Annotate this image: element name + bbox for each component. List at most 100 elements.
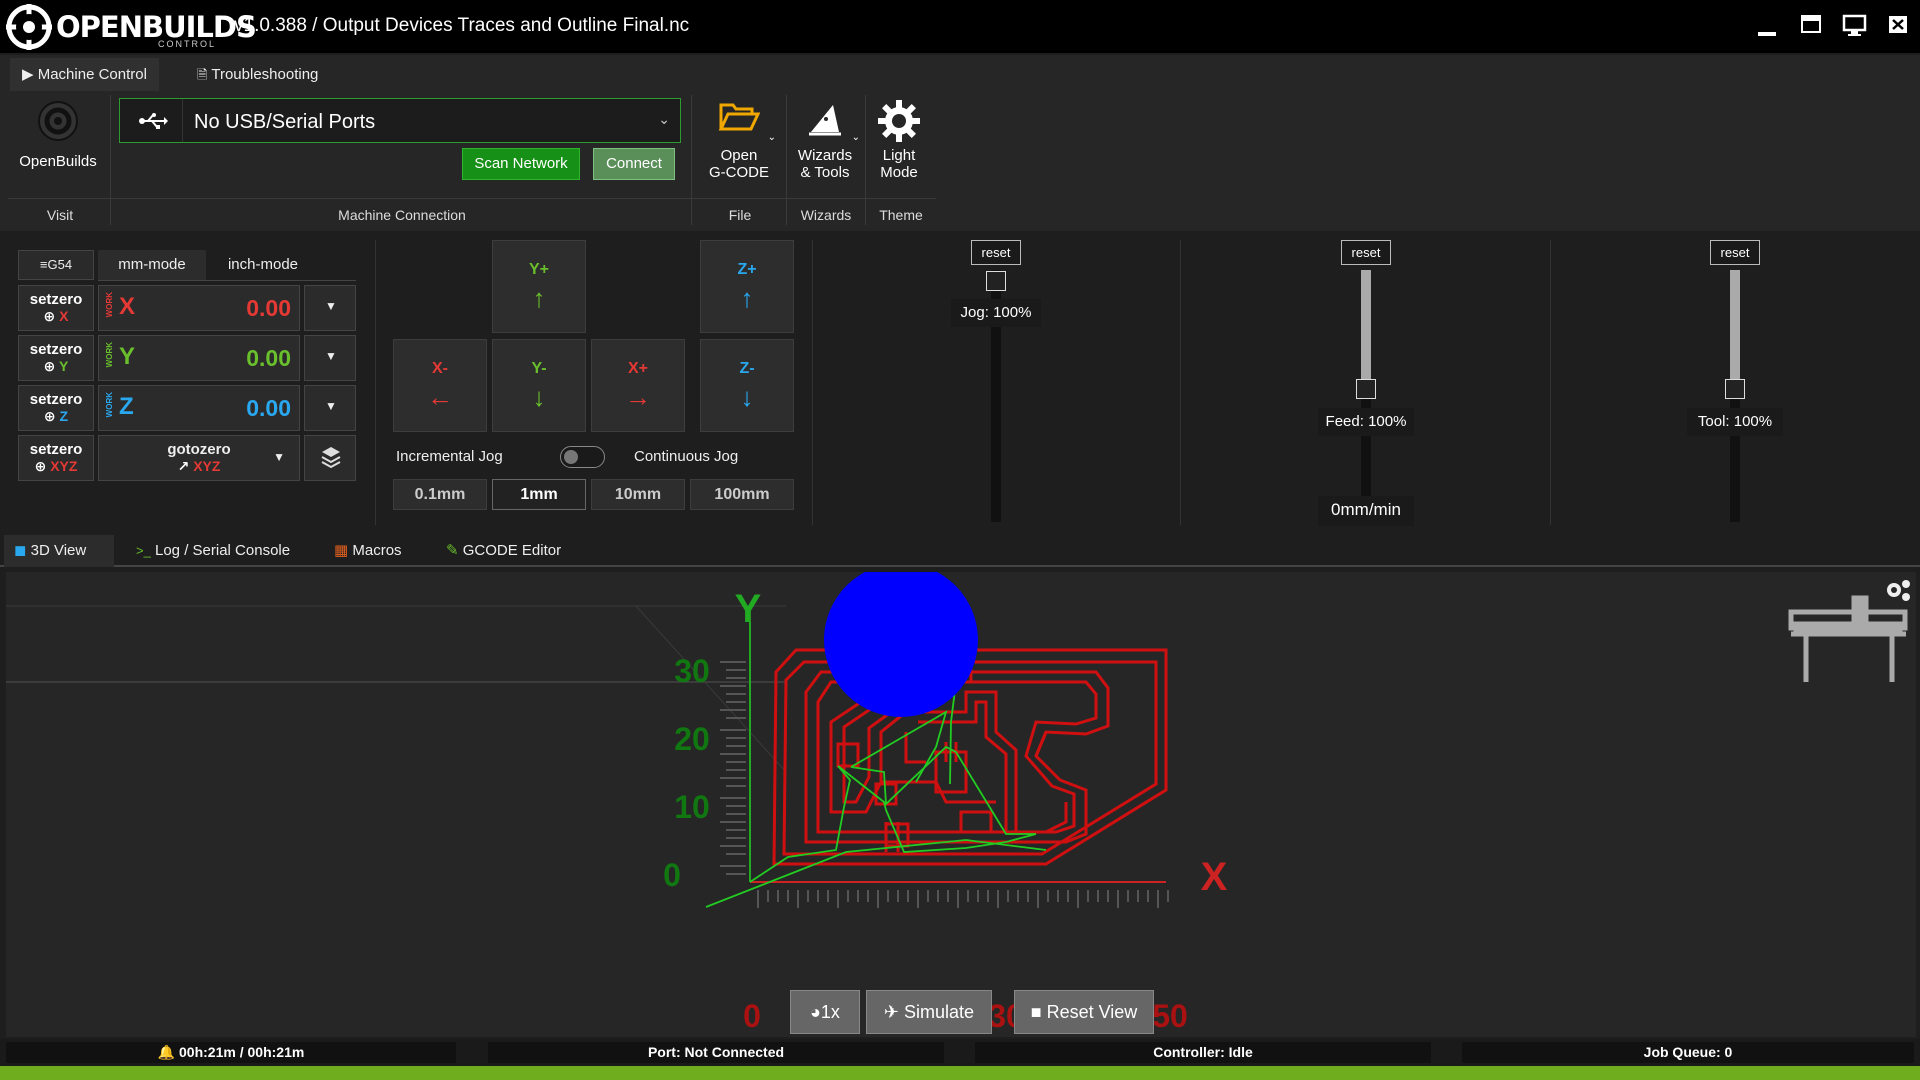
openbuilds-label: OpenBuilds	[19, 153, 97, 170]
tab-3d-view[interactable]: ◼ 3D View	[4, 535, 114, 567]
dro-value-y: 0.00	[246, 345, 291, 371]
axis-letter: Z	[59, 408, 69, 424]
status-job-queue: Job Queue: 0	[1462, 1042, 1914, 1063]
feed-slider-knob[interactable]	[1356, 379, 1376, 399]
y-tick-label: 30	[674, 653, 710, 689]
caret-down-icon: ▼	[273, 450, 285, 464]
machine-preview-icon[interactable]	[1788, 595, 1908, 682]
setzero-x-button[interactable]: setzero ⊕ X	[18, 285, 94, 331]
open-gcode-button[interactable]: ⌄ Open G-CODE	[700, 99, 778, 181]
caret-down-icon: ▼	[325, 349, 337, 363]
dro-x: WORK X 0.00	[98, 285, 300, 331]
step-10mm-button[interactable]: 10mm	[591, 479, 685, 510]
dro-x-dropdown[interactable]: ▼	[304, 285, 356, 331]
jog-z-minus-button[interactable]: Z- ↓	[700, 339, 794, 432]
jog-y-plus-button[interactable]: Y+ ↑	[492, 240, 586, 333]
jog-mode-toggle[interactable]	[560, 446, 605, 468]
work-label: WORK	[105, 292, 114, 318]
tab-macros[interactable]: ▦ Macros	[324, 535, 412, 567]
probe-menu-button[interactable]	[304, 435, 356, 481]
arrow-up-icon: ↑	[740, 283, 754, 313]
tab-troubleshooting[interactable]: 🗎 Troubleshooting	[185, 58, 330, 91]
window-title: v1.0.388 / Output Devices Traces and Out…	[234, 15, 690, 36]
feed-reset-button[interactable]: reset	[1341, 240, 1391, 265]
arrow-left-icon: ←	[427, 382, 453, 412]
speed-button[interactable]: ◕1x	[790, 990, 860, 1034]
jog-reset-button[interactable]: reset	[971, 240, 1021, 265]
fullscreen-icon[interactable]	[1842, 13, 1872, 41]
axis-y-label: Y	[735, 587, 762, 631]
square-icon: ■	[1030, 1002, 1042, 1022]
y-tick-label: 0	[663, 857, 681, 893]
tool-reset-button[interactable]: reset	[1710, 240, 1760, 265]
settings-gears-icon[interactable]	[1887, 580, 1910, 601]
connect-button[interactable]: Connect	[593, 148, 675, 180]
tool-slider-knob[interactable]	[1725, 379, 1745, 399]
jog-z-minus-label: Z-	[739, 360, 755, 377]
dro-y-dropdown[interactable]: ▼	[304, 335, 356, 381]
tab-gcode-editor[interactable]: ✎ GCODE Editor	[436, 535, 571, 567]
simulate-button[interactable]: ✈ Simulate	[866, 990, 992, 1034]
dro-z: WORK Z 0.00	[98, 385, 300, 431]
port-select[interactable]: No USB/Serial Ports ⌄	[119, 98, 681, 143]
restore-icon[interactable]	[1800, 13, 1830, 41]
theme-label-1: Light	[882, 147, 916, 164]
light-mode-button[interactable]: Light Mode	[868, 99, 930, 181]
tab-label: Troubleshooting	[211, 66, 319, 83]
ribbon-separator	[786, 95, 787, 225]
tab-machine-control[interactable]: ▶ Machine Control	[10, 58, 159, 91]
jog-x-plus-button[interactable]: X+ →	[591, 339, 685, 432]
3d-viewer[interactable]: Y X 30 20 10 0 0 30 50	[6, 572, 1916, 1037]
toggle-knob	[564, 450, 578, 464]
feed-override-label: Feed: 100%	[1318, 408, 1414, 436]
step-100mm-button[interactable]: 100mm	[690, 479, 794, 510]
ribbon-separator	[865, 95, 866, 225]
group-label-machine-connection: Machine Connection	[338, 207, 466, 223]
wizards-tools-button[interactable]: ⌄ Wizards & Tools	[790, 99, 860, 181]
setzero-label: setzero	[29, 391, 83, 408]
openbuilds-visit-button[interactable]: OpenBuilds	[12, 99, 104, 170]
wcs-g54-button[interactable]: ≡G54	[18, 250, 94, 280]
setzero-xyz-axis: ⊕ XYZ	[19, 458, 93, 475]
edit-icon: ✎	[446, 542, 459, 559]
openbuilds-logo-icon	[6, 4, 52, 50]
step-0-1mm-button[interactable]: 0.1mm	[393, 479, 487, 510]
setzero-z-button[interactable]: setzero ⊕ Z	[18, 385, 94, 431]
scan-network-button[interactable]: Scan Network	[462, 148, 580, 180]
3d-scene[interactable]: Y X 30 20 10 0 0 30 50	[6, 572, 1916, 1037]
dro-z-dropdown[interactable]: ▼	[304, 385, 356, 431]
tab-label: Log / Serial Console	[155, 542, 291, 559]
jog-separator	[812, 240, 813, 525]
play-icon: ▶	[22, 66, 34, 83]
speedometer-icon: ◕	[810, 1002, 821, 1022]
dro-axis-y: Y	[119, 343, 136, 370]
setzero-y-button[interactable]: setzero ⊕ Y	[18, 335, 94, 381]
setzero-z-axis: ⊕ Z	[19, 408, 93, 425]
jog-slider-knob[interactable]	[986, 271, 1006, 291]
wizards-label-2: & Tools	[800, 164, 850, 181]
reset-view-button[interactable]: ■ Reset View	[1014, 990, 1154, 1034]
title-bar: OPENBUILDS CONTROL v1.0.388 / Output Dev…	[0, 0, 1920, 53]
dro-y: WORK Y 0.00	[98, 335, 300, 381]
setzero-xyz-button[interactable]: setzero ⊕ XYZ	[18, 435, 94, 481]
group-label-file: File	[728, 207, 752, 223]
open-label-2: G-CODE	[709, 164, 769, 181]
mm-mode-tab[interactable]: mm-mode	[98, 250, 206, 280]
layers-stack-icon	[321, 447, 341, 469]
cube-icon: ◼	[14, 542, 27, 559]
close-icon[interactable]	[1887, 13, 1917, 41]
step-1mm-button[interactable]: 1mm	[492, 479, 586, 510]
arrow-down-icon: ↓	[740, 382, 754, 412]
gotozero-xyz: XYZ	[193, 458, 221, 474]
layers-icon: ≡	[39, 257, 48, 272]
jog-y-minus-button[interactable]: Y- ↓	[492, 339, 586, 432]
setzero-label: setzero	[29, 291, 83, 308]
jog-x-minus-button[interactable]: X- ←	[393, 339, 487, 432]
jog-separator	[375, 240, 376, 525]
jog-z-plus-button[interactable]: Z+ ↑	[700, 240, 794, 333]
group-label-visit: Visit	[46, 207, 74, 223]
tab-log-serial-console[interactable]: >_ Log / Serial Console	[126, 535, 300, 567]
gotozero-button[interactable]: gotozero ↗ XYZ ▼	[98, 435, 300, 481]
inch-mode-tab[interactable]: inch-mode	[210, 250, 316, 280]
minimize-icon[interactable]	[1755, 13, 1785, 41]
